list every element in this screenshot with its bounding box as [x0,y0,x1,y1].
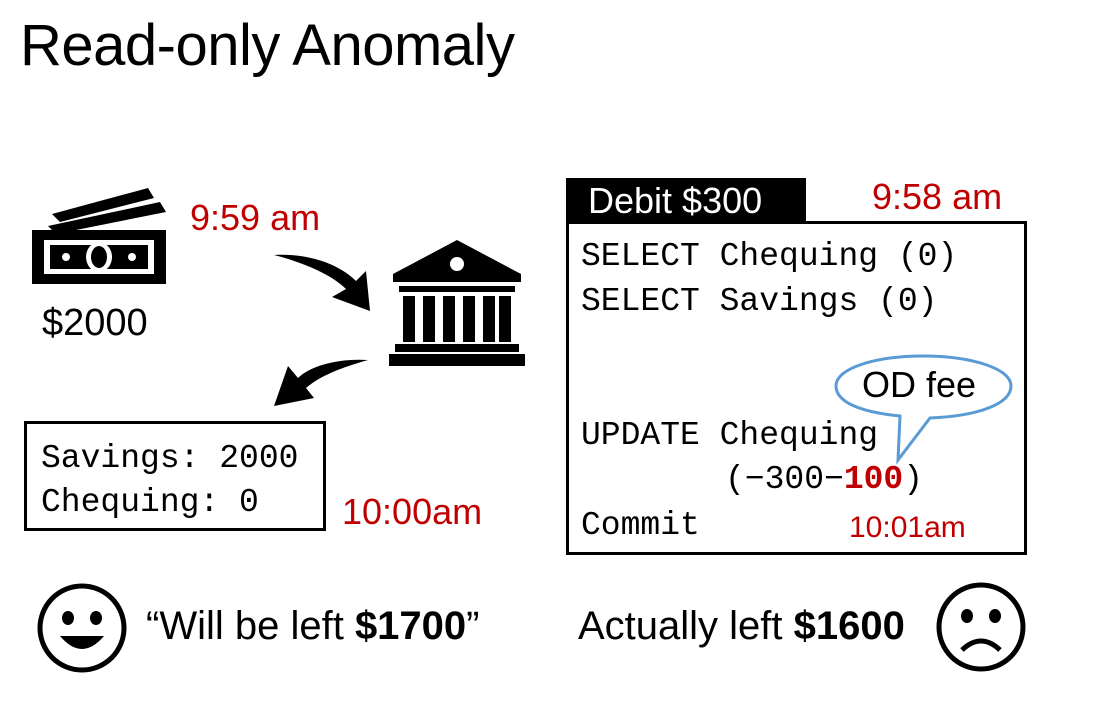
sad-face-icon [936,582,1026,672]
transaction-time: 9:58 am [872,176,1003,217]
sql-commit: Commit [581,507,700,544]
arrow-from-bank-icon [274,359,368,406]
expected-balance-quote: “Will be left $1700” [146,604,480,648]
actual-amount: $1600 [793,604,905,648]
slide-title: Read-only Anomaly [20,13,515,78]
expected-amount: $1700 [354,604,467,648]
money-icon [32,188,166,284]
bank-icon [389,240,525,366]
account-report-box: Savings: 2000 Chequing: 0 [24,421,326,531]
transaction-header: Debit $300 [566,178,806,224]
sql-select-chequing: SELECT Chequing (0) [581,238,958,275]
chequing-line: Chequing: 0 [41,484,259,521]
commit-time: 10:01am [849,511,966,544]
report-time: 10:00am [342,491,483,532]
balance-amount: $2000 [42,302,148,344]
actual-balance-text: Actually left $1600 [578,604,905,648]
sql-select-savings: SELECT Savings (0) [581,283,938,320]
savings-line: Savings: 2000 [41,440,299,477]
deposit-time: 9:59 am [190,197,321,238]
od-fee-label: OD fee [862,364,977,405]
expr-prefix: (−300− [725,461,844,498]
smiley-face-icon [37,583,127,673]
arrow-to-bank-icon [274,254,370,311]
